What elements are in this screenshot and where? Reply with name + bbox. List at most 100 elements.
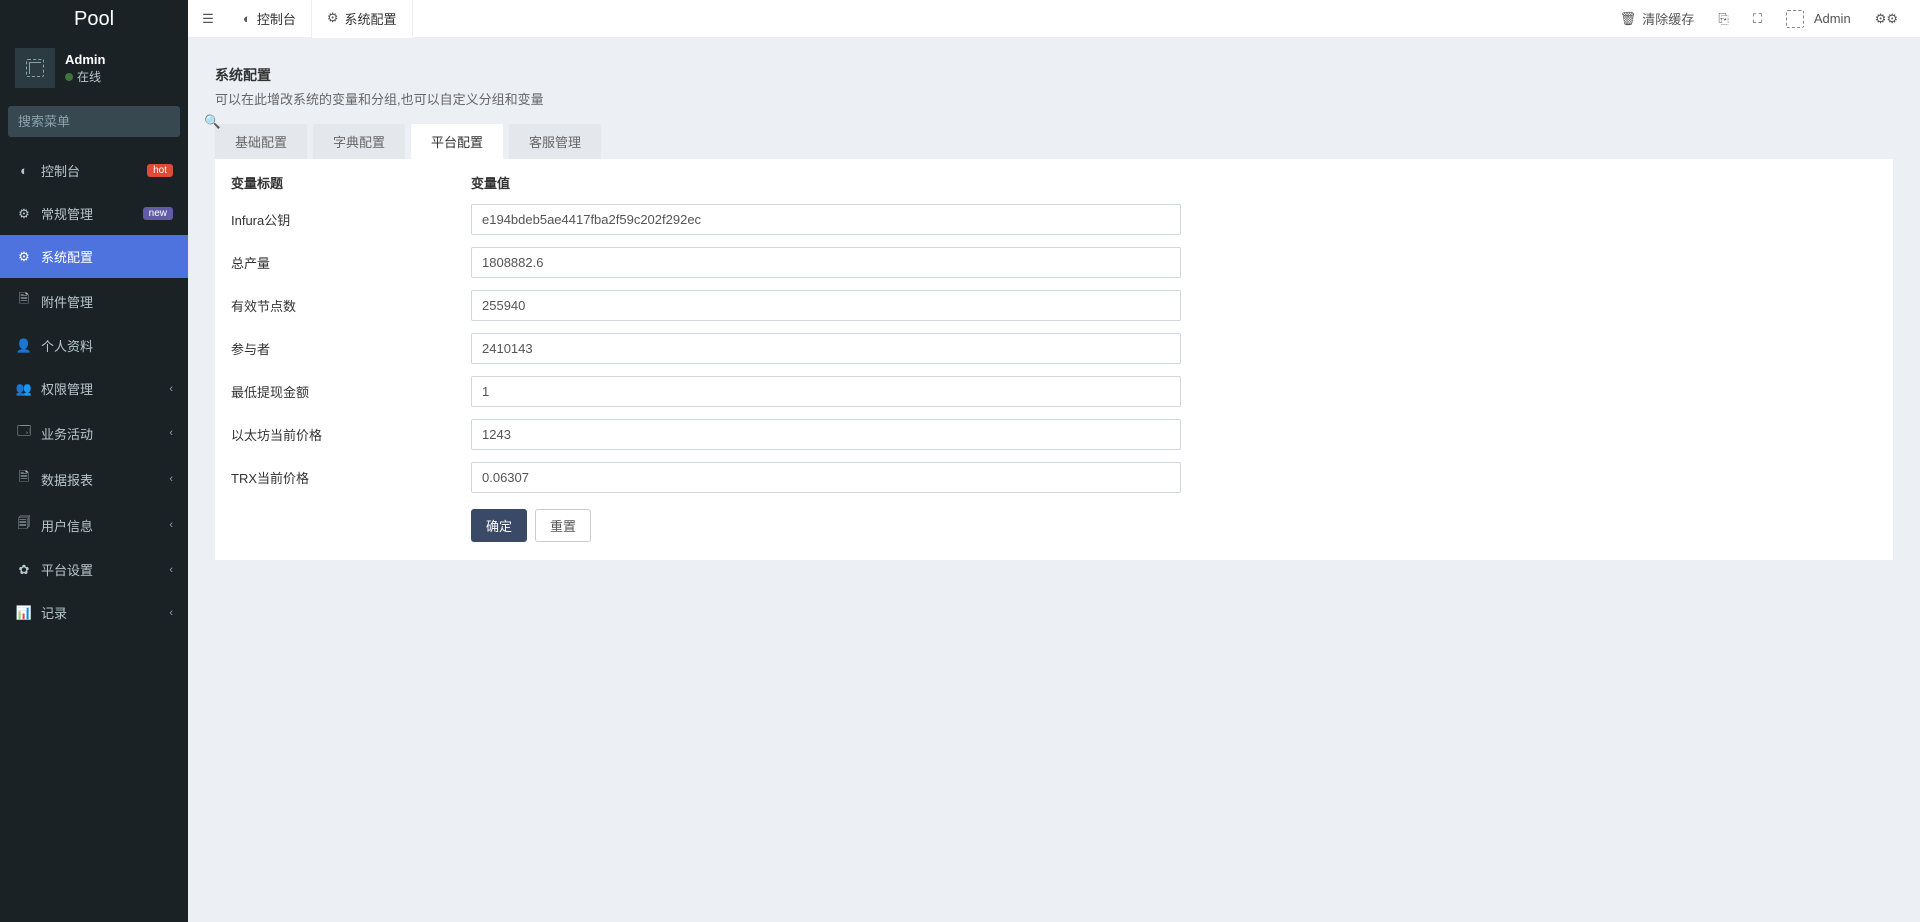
field-input[interactable] [471, 376, 1181, 407]
field-input[interactable] [471, 247, 1181, 278]
field-input[interactable] [471, 290, 1181, 321]
topbar: ☰ ◐ 控制台 ⚙ 系统配置 🗑清除缓存 ⎘ ⛶ Admin ⚙⚙ [188, 0, 1920, 38]
inner-tab[interactable]: 平台配置 [411, 124, 503, 159]
field-label: 参与者 [231, 339, 471, 358]
avatar-placeholder-icon [1786, 10, 1804, 28]
form-row: 总产量 [221, 241, 1887, 284]
field-label: Infura公钥 [231, 210, 471, 229]
sidebar-item-label: 业务活动 [41, 424, 93, 443]
field-label: 总产量 [231, 253, 471, 272]
menu-icon: ◐ [15, 163, 33, 178]
hamburger-button[interactable]: ☰ [188, 0, 228, 37]
sidebar-item-label: 平台设置 [41, 560, 93, 579]
search-icon: 🔍 [204, 114, 221, 130]
chevron-left-icon: ‹ [169, 607, 173, 619]
inner-tab[interactable]: 字典配置 [313, 124, 405, 159]
tab-label: 系统配置 [345, 9, 397, 28]
settings-button[interactable]: ⚙⚙ [1865, 0, 1908, 38]
form: 变量标题 变量值 Infura公钥总产量有效节点数参与者最低提现金额以太坊当前价… [215, 159, 1893, 560]
search-input[interactable] [8, 106, 204, 137]
topbar-user-label: Admin [1814, 11, 1851, 26]
copy-button[interactable]: ⎘ [1708, 0, 1738, 38]
sidebar-item-label: 常规管理 [41, 204, 93, 223]
sidebar-item-label: 附件管理 [41, 292, 93, 311]
sidebar-subitem[interactable]: 👤个人资料 [0, 324, 188, 367]
panel-subtitle: 可以在此增改系统的变量和分组,也可以自定义分组和变量 [215, 89, 1893, 108]
field-label: 以太坊当前价格 [231, 425, 471, 444]
field-input[interactable] [471, 462, 1181, 493]
badge: hot [147, 164, 173, 177]
sidebar-subitem[interactable]: 🗎 附件管理 [0, 278, 188, 324]
form-row: 参与者 [221, 327, 1887, 370]
sidebar-menu: ◐控制台hot⚙常规管理new⚙系统配置🗎附件管理👤个人资料👥权限管理‹🗔业务活… [0, 149, 188, 634]
tab-icon: ⚙ [327, 10, 339, 26]
sidebar-item[interactable]: ✿ 平台设置 ‹ [0, 548, 188, 591]
reset-button[interactable]: 重置 [535, 509, 591, 542]
chevron-left-icon: ‹ [169, 519, 173, 531]
sidebar-item[interactable]: ◐控制台hot [0, 149, 188, 192]
user-panel: Admin 在线 [0, 38, 188, 98]
sidebar-item-label: 用户信息 [41, 516, 93, 535]
menu-icon: 📊 [15, 605, 33, 621]
copy-icon: ⎘ [1718, 11, 1728, 27]
menu-icon: ⚙ [15, 249, 33, 265]
sidebar-search: 🔍 [8, 106, 180, 137]
sidebar-item-label: 权限管理 [41, 379, 93, 398]
inner-tabs: 基础配置字典配置平台配置客服管理 [203, 116, 1905, 159]
menu-icon: 🗔 [15, 422, 33, 444]
field-label: 有效节点数 [231, 296, 471, 315]
search-button[interactable]: 🔍 [204, 106, 221, 137]
form-row: 最低提现金额 [221, 370, 1887, 413]
header-value: 变量值 [471, 176, 510, 191]
sidebar-item[interactable]: 🗐 用户信息 ‹ [0, 502, 188, 548]
chevron-left-icon: ‹ [169, 564, 173, 576]
submit-button[interactable]: 确定 [471, 509, 527, 542]
tab-label: 控制台 [257, 9, 296, 28]
sidebar-item-label: 数据报表 [41, 470, 93, 489]
menu-icon: ⚙ [15, 206, 33, 222]
field-input[interactable] [471, 333, 1181, 364]
field-label: 最低提现金额 [231, 382, 471, 401]
field-label: TRX当前价格 [231, 468, 471, 487]
fullscreen-button[interactable]: ⛶ [1743, 0, 1772, 38]
panel: 系统配置 可以在此增改系统的变量和分组,也可以自定义分组和变量 基础配置字典配置… [203, 53, 1905, 560]
user-menu[interactable]: Admin [1776, 0, 1861, 38]
form-row: 有效节点数 [221, 284, 1887, 327]
user-name: Admin [65, 51, 105, 69]
menu-icon: 🗎 [15, 290, 33, 312]
sidebar-subitem[interactable]: ⚙系统配置 [0, 235, 188, 278]
menu-icon: ✿ [15, 562, 33, 578]
user-status: 在线 [65, 69, 105, 86]
field-input[interactable] [471, 419, 1181, 450]
header-label: 变量标题 [231, 173, 471, 192]
brand-title[interactable]: Pool [0, 0, 188, 38]
tab-item[interactable]: ◐ 控制台 [228, 0, 312, 37]
sidebar-item[interactable]: 👥权限管理‹ [0, 367, 188, 410]
avatar[interactable] [15, 48, 55, 88]
tabs-container: ◐ 控制台 ⚙ 系统配置 [228, 0, 413, 37]
status-dot-icon [65, 73, 73, 81]
panel-title: 系统配置 [215, 65, 1893, 85]
sidebar-item-label: 记录 [41, 603, 67, 622]
field-input[interactable] [471, 204, 1181, 235]
form-row: Infura公钥 [221, 198, 1887, 241]
tab-item[interactable]: ⚙ 系统配置 [312, 0, 413, 38]
chevron-left-icon: ‹ [169, 383, 173, 395]
fullscreen-icon: ⛶ [1753, 11, 1762, 27]
sidebar-item[interactable]: 🗔 业务活动 ‹ [0, 410, 188, 456]
sidebar-item[interactable]: 📊 记录 ‹ [0, 591, 188, 634]
form-header-row: 变量标题 变量值 [221, 167, 1887, 198]
clear-cache-button[interactable]: 🗑清除缓存 [1610, 0, 1705, 38]
user-status-text: 在线 [77, 70, 101, 84]
inner-tab[interactable]: 基础配置 [215, 124, 307, 159]
menu-icon: 👤 [15, 338, 33, 354]
form-row: TRX当前价格 [221, 456, 1887, 499]
menu-icon: 🗐 [15, 514, 33, 536]
chevron-left-icon: ‹ [169, 473, 173, 485]
form-row: 以太坊当前价格 [221, 413, 1887, 456]
sidebar-item[interactable]: ⚙常规管理new [0, 192, 188, 235]
inner-tab[interactable]: 客服管理 [509, 124, 601, 159]
sidebar-item[interactable]: 🗎数据报表‹ [0, 456, 188, 502]
chevron-left-icon: ‹ [169, 427, 173, 439]
tab-icon: ◐ [243, 11, 251, 26]
